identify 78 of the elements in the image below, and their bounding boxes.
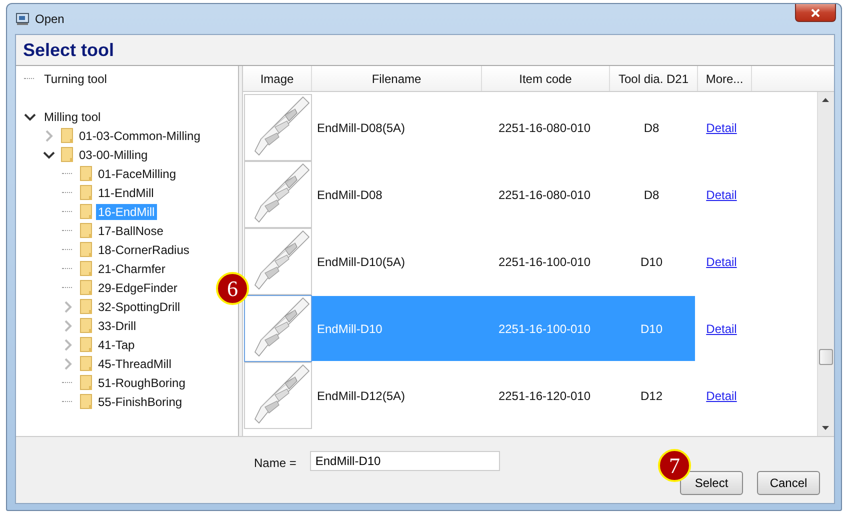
table-row[interactable]: EndMill-D08(5A) 2251-16-080-010 D8 — [312, 95, 695, 160]
folder-icon — [80, 223, 92, 238]
close-icon — [811, 8, 820, 16]
column-header[interactable]: Filename — [312, 66, 482, 91]
tree-item[interactable]: 29-EdgeFinder — [96, 280, 180, 296]
folder-icon — [61, 147, 73, 162]
chevron-right-icon[interactable] — [62, 300, 74, 312]
folder-icon — [80, 356, 92, 371]
tree-item[interactable]: 03-00-Milling — [77, 146, 150, 162]
column-header[interactable]: Image — [243, 66, 312, 91]
chevron-right-icon[interactable] — [62, 320, 74, 332]
folder-icon — [80, 375, 92, 390]
folder-icon — [61, 128, 73, 143]
table-cell-text: EndMill-D12(5A) — [316, 388, 406, 402]
tree-item[interactable]: 01-FaceMilling — [96, 166, 178, 182]
table-cell-text: D8 — [642, 120, 660, 134]
table-cell-text: EndMill-D08 — [316, 188, 384, 202]
tree-item[interactable]: 55-FinishBoring — [96, 394, 184, 410]
select-button[interactable]: Select — [680, 471, 743, 495]
table-cell-text: 2251-16-100-010 — [497, 322, 592, 336]
scroll-up-icon[interactable] — [822, 98, 829, 102]
folder-icon — [80, 280, 92, 295]
table-cell-text: 2251-16-080-010 — [497, 188, 592, 202]
table-cell-text: 2251-16-120-010 — [497, 388, 592, 402]
table-cell-text: D12 — [639, 388, 664, 402]
detail-link[interactable]: Detail — [706, 322, 737, 336]
folder-icon — [80, 299, 92, 314]
tree-item[interactable]: 11-EndMill — [96, 184, 156, 200]
tree-item[interactable]: 41-Tap — [96, 336, 137, 352]
table-cell-text: 2251-16-100-010 — [497, 254, 592, 268]
tree-item[interactable]: 45-ThreadMill — [96, 356, 174, 372]
close-button[interactable] — [795, 4, 836, 22]
app-icon — [16, 13, 29, 25]
table-row[interactable]: EndMill-D08 2251-16-080-010 D8 — [312, 162, 695, 227]
table-cell-text: EndMill-D08(5A) — [316, 120, 406, 134]
table-cell-text: EndMill-D10 — [316, 322, 384, 336]
tree-item[interactable]: Turning tool — [42, 70, 109, 86]
detail-link[interactable]: Detail — [706, 120, 737, 134]
detail-link[interactable]: Detail — [706, 388, 737, 402]
chevron-right-icon[interactable] — [62, 338, 74, 350]
name-label: Name = — [254, 456, 296, 470]
scroll-down-icon[interactable] — [822, 426, 829, 430]
folder-icon — [80, 185, 92, 200]
scroll-thumb[interactable] — [819, 349, 833, 365]
folder-icon — [80, 204, 92, 219]
detail-link[interactable]: Detail — [706, 188, 737, 202]
table-row[interactable]: EndMill-D10(5A) 2251-16-100-010 D10 — [312, 229, 695, 294]
detail-link[interactable]: Detail — [706, 254, 737, 268]
name-field[interactable]: EndMill-D10 — [310, 451, 500, 471]
folder-icon — [80, 242, 92, 257]
window-title: Open — [35, 12, 64, 26]
scrollbar[interactable] — [817, 92, 834, 436]
tree-item[interactable]: 17-BallNose — [96, 222, 166, 238]
tree-item[interactable]: 01-03-Common-Milling — [77, 128, 202, 144]
folder-icon — [80, 337, 92, 352]
tree-item[interactable]: 18-CornerRadius — [96, 242, 192, 258]
table-cell-text: D10 — [639, 322, 664, 336]
table-row[interactable]: EndMill-D12(5A) 2251-16-120-010 D12 — [312, 363, 695, 428]
column-header[interactable]: More... — [698, 66, 752, 91]
tree-item[interactable]: Milling tool — [42, 108, 103, 124]
folder-icon — [80, 318, 92, 333]
folder-icon — [80, 394, 92, 409]
table-cell-text: D8 — [642, 188, 660, 202]
cancel-button[interactable]: Cancel — [757, 471, 820, 495]
table-cell-text: 2251-16-080-010 — [497, 120, 592, 134]
tree-item[interactable]: 32-SpottingDrill — [96, 298, 182, 314]
folder-icon — [80, 166, 92, 181]
column-header[interactable]: Item code — [482, 66, 610, 91]
tree-item[interactable]: 51-RoughBoring — [96, 374, 188, 390]
table-cell-text: EndMill-D10(5A) — [316, 254, 406, 268]
chevron-right-icon[interactable] — [43, 130, 55, 142]
folder-icon — [80, 261, 92, 276]
tree-item[interactable]: 33-Drill — [96, 318, 138, 334]
column-header[interactable]: Tool dia. D21 — [610, 66, 698, 91]
table-cell-text: D10 — [639, 254, 664, 268]
dialog-heading: Select tool — [23, 40, 114, 60]
tree-item[interactable]: 21-Charmfer — [96, 260, 168, 276]
chevron-right-icon[interactable] — [62, 358, 74, 370]
